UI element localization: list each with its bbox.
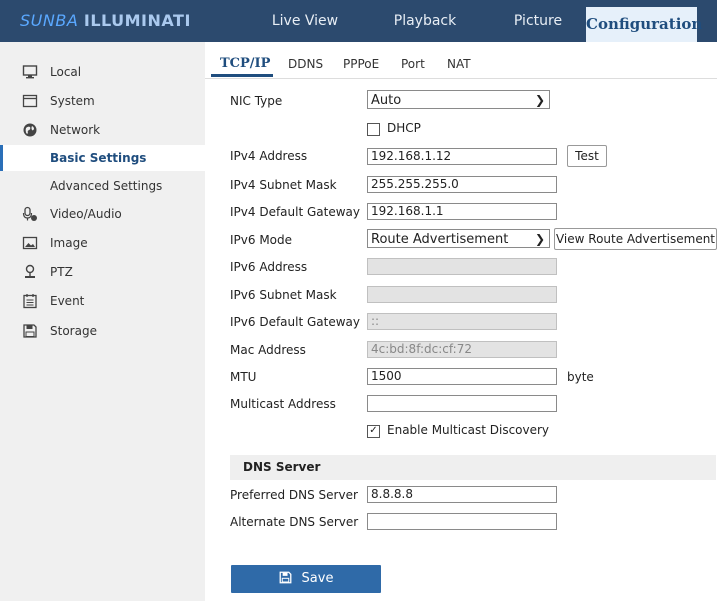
view-route-advertisement-button[interactable]: View Route Advertisement	[554, 228, 717, 250]
multicast-address-input[interactable]	[367, 395, 557, 412]
mtu-unit: byte	[567, 370, 594, 384]
sidebar-item-ptz[interactable]: PTZ	[0, 259, 205, 285]
dhcp-label: DHCP	[387, 121, 421, 135]
globe-icon	[23, 123, 37, 137]
tab-pppoe[interactable]: PPPoE	[343, 57, 379, 71]
ipv6-mode-select[interactable]: Route Advertisement ❯	[367, 229, 550, 248]
ipv4-gateway-input[interactable]: 192.168.1.1	[367, 203, 557, 220]
brand-part2: ILLUMINATI	[83, 11, 191, 30]
sidebar-item-video-audio[interactable]: Video/Audio	[0, 201, 205, 227]
image-icon	[22, 236, 38, 250]
sidebar-item-label: Event	[50, 294, 85, 308]
nav-live-view[interactable]: Live View	[255, 0, 355, 42]
mac-address-label: Mac Address	[230, 343, 306, 357]
save-label: Save	[301, 571, 334, 586]
sidebar-item-label: Local	[50, 65, 82, 79]
sidebar-item-event[interactable]: Event	[0, 288, 205, 314]
window-icon	[22, 94, 38, 108]
multicast-address-label: Multicast Address	[230, 397, 336, 411]
sidebar-item-network[interactable]: Network	[0, 117, 205, 143]
mac-address-input: 4c:bd:8f:dc:cf:72	[367, 341, 557, 358]
preferred-dns-label: Preferred DNS Server	[230, 488, 358, 502]
ptz-icon	[25, 264, 35, 278]
multicast-discovery-label: Enable Multicast Discovery	[387, 423, 550, 437]
tab-tcp-ip[interactable]: TCP/IP	[220, 56, 270, 71]
nic-type-select[interactable]: Auto ❯	[367, 90, 550, 109]
nic-type-value: Auto	[371, 93, 402, 108]
sidebar-item-storage[interactable]: Storage	[0, 318, 205, 344]
sidebar-item-label: Advanced Settings	[50, 179, 163, 193]
nic-type-label: NIC Type	[230, 94, 283, 108]
sidebar-item-label: Network	[50, 123, 101, 137]
sidebar-item-image[interactable]: Image	[0, 230, 205, 256]
brand-part1: SUNBA	[20, 11, 79, 30]
chevron-down-icon: ❯	[534, 93, 545, 107]
test-button[interactable]: Test	[567, 145, 607, 167]
save-button[interactable]: Save	[231, 565, 381, 593]
nav-playback[interactable]: Playback	[375, 0, 475, 42]
chevron-down-icon: ❯	[534, 232, 545, 246]
ipv4-mask-input[interactable]: 255.255.255.0	[367, 176, 557, 193]
sidebar-item-local[interactable]: Local	[0, 59, 205, 85]
calendar-icon	[23, 294, 37, 309]
nav-picture[interactable]: Picture	[488, 0, 588, 42]
dns-section-title: DNS Server	[243, 460, 321, 474]
ipv6-address-input[interactable]	[367, 258, 557, 275]
save-icon	[23, 324, 37, 338]
save-icon	[279, 571, 291, 584]
ipv4-gateway-label: IPv4 Default Gateway	[230, 205, 360, 219]
sidebar-item-label: PTZ	[50, 265, 73, 279]
sidebar-item-label: Storage	[50, 324, 97, 338]
mic-icon	[22, 206, 37, 221]
brand-logo: SUNBA ILLUMINATI	[20, 11, 191, 30]
preferred-dns-input[interactable]: 8.8.8.8	[367, 486, 557, 503]
alternate-dns-input[interactable]	[367, 513, 557, 530]
sidebar-item-system[interactable]: System	[0, 88, 205, 114]
active-tab-indicator	[211, 74, 273, 77]
sidebar-item-label: Video/Audio	[50, 207, 122, 221]
sidebar-item-label: System	[50, 94, 95, 108]
ipv6-address-label: IPv6 Address	[230, 260, 308, 274]
ipv4-address-label: IPv4 Address	[230, 149, 308, 163]
top-bar: SUNBA ILLUMINATI Live View Playback Pict…	[0, 0, 717, 42]
nav-configuration[interactable]: Configuration	[586, 7, 702, 42]
ipv6-mode-label: IPv6 Mode	[230, 233, 293, 247]
sidebar-item-label: Basic Settings	[50, 151, 147, 165]
ipv6-mask-label: IPv6 Subnet Mask	[230, 288, 337, 302]
monitor-icon	[22, 65, 38, 79]
mtu-label: MTU	[230, 370, 257, 384]
tab-bar: TCP/IP DDNS PPPoE Port NAT	[205, 52, 717, 79]
sidebar-item-basic-settings[interactable]: Basic Settings	[0, 145, 205, 171]
alternate-dns-label: Alternate DNS Server	[230, 515, 359, 529]
ipv6-mode-value: Route Advertisement	[371, 232, 509, 247]
ipv6-mask-input[interactable]	[367, 286, 557, 303]
sidebar-item-label: Image	[50, 236, 88, 250]
mtu-input[interactable]: 1500	[367, 368, 557, 385]
ipv4-address-input[interactable]: 192.168.1.12	[367, 148, 557, 165]
tab-ddns[interactable]: DDNS	[288, 57, 323, 71]
sidebar-item-advanced-settings[interactable]: Advanced Settings	[0, 173, 205, 199]
tab-nat[interactable]: NAT	[447, 57, 471, 71]
multicast-discovery-checkbox[interactable]: ✓	[367, 425, 380, 438]
ipv4-mask-label: IPv4 Subnet Mask	[230, 178, 337, 192]
tab-port[interactable]: Port	[401, 57, 425, 71]
ipv6-gateway-label: IPv6 Default Gateway	[230, 315, 360, 329]
ipv6-gateway-input[interactable]: ::	[367, 313, 557, 330]
dhcp-checkbox[interactable]	[367, 123, 380, 136]
